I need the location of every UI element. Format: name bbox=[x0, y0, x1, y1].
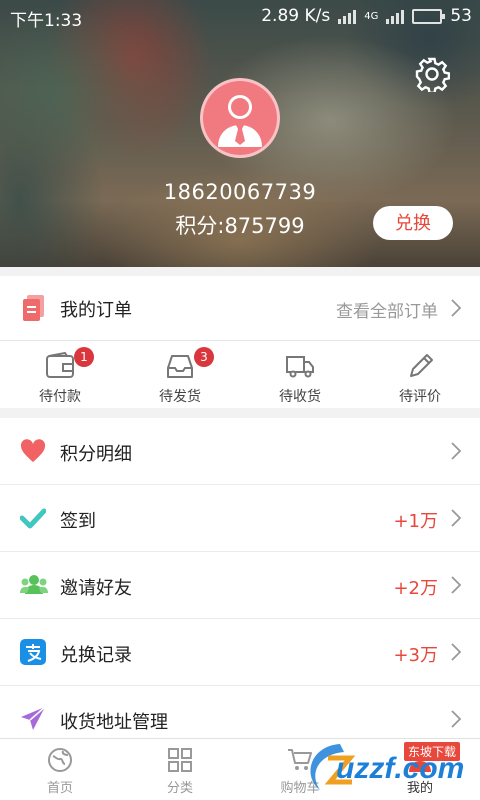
menu-label: 兑换记录 bbox=[60, 645, 132, 666]
signal-icon-secondary bbox=[386, 8, 405, 24]
my-orders-row[interactable]: 我的订单 查看全部订单 bbox=[0, 276, 480, 341]
grid-icon bbox=[168, 748, 192, 772]
user-avatar-icon bbox=[218, 95, 262, 147]
network-type: 4G bbox=[364, 10, 379, 22]
menu-value: +1万 bbox=[393, 511, 438, 532]
view-all-orders-link[interactable]: 查看全部订单 bbox=[336, 297, 438, 322]
status-label: 待发货 bbox=[159, 389, 201, 405]
friends-icon bbox=[20, 575, 48, 594]
menu-item-exchange-records[interactable]: 兑换记录 +3万 bbox=[0, 619, 480, 686]
nav-home[interactable]: 首页 bbox=[0, 739, 120, 800]
truck-icon bbox=[286, 356, 314, 378]
chevron-right-icon bbox=[451, 442, 462, 460]
menu-label: 邀请好友 bbox=[60, 578, 132, 599]
menu-label: 签到 bbox=[60, 511, 96, 532]
profile-header: 下午1:33 2.89 K/s 4G 53 18620067739 积分:875… bbox=[0, 0, 480, 267]
nav-label: 首页 bbox=[46, 781, 73, 796]
badge-pending-shipment: 3 bbox=[194, 347, 214, 367]
nav-label: 分类 bbox=[166, 781, 193, 796]
chevron-right-icon bbox=[451, 643, 462, 661]
order-status-pending-shipment[interactable]: 3 待发货 bbox=[120, 342, 240, 408]
order-status-pending-receipt[interactable]: 待收货 bbox=[240, 342, 360, 408]
checkmark-icon bbox=[20, 508, 46, 529]
menu-item-check-in[interactable]: 签到 +1万 bbox=[0, 485, 480, 552]
my-account-page: 下午1:33 2.89 K/s 4G 53 18620067739 积分:875… bbox=[0, 0, 480, 800]
status-label: 待评价 bbox=[399, 389, 441, 405]
gear-icon[interactable] bbox=[414, 56, 450, 92]
chevron-right-icon bbox=[451, 509, 462, 527]
alipay-icon bbox=[20, 639, 46, 665]
chevron-right-icon bbox=[451, 299, 462, 317]
chevron-right-icon bbox=[451, 576, 462, 594]
pencil-icon bbox=[410, 354, 433, 377]
paper-plane-icon bbox=[21, 706, 46, 730]
nav-categories[interactable]: 分类 bbox=[120, 739, 240, 800]
menu-value: +2万 bbox=[393, 578, 438, 599]
status-right: 2.89 K/s 4G 53 bbox=[261, 6, 472, 26]
user-phone: 18620067739 bbox=[163, 180, 317, 204]
menu-value: +3万 bbox=[393, 645, 438, 666]
chevron-right-icon bbox=[451, 710, 462, 728]
battery-level: 53 bbox=[450, 6, 472, 26]
menu-item-invite-friends[interactable]: 邀请好友 +2万 bbox=[0, 552, 480, 619]
globe-icon bbox=[48, 748, 72, 772]
document-icon bbox=[23, 295, 44, 321]
inbox-tray-icon bbox=[167, 355, 193, 378]
menu-label: 积分明细 bbox=[60, 444, 132, 465]
heart-icon bbox=[20, 439, 46, 462]
order-status-pending-payment[interactable]: 1 待付款 bbox=[0, 342, 120, 408]
menu-list: 积分明细 签到 +1万 邀请好友 +2万 兑换记录 +3万 收货地址管理 bbox=[0, 418, 480, 753]
order-status-row: 1 待付款 3 待发货 待收货 待评价 bbox=[0, 342, 480, 408]
status-bar: 下午1:33 2.89 K/s 4G 53 bbox=[0, 0, 480, 34]
orders-title: 我的订单 bbox=[60, 300, 132, 321]
avatar[interactable] bbox=[200, 78, 280, 158]
signal-icon bbox=[338, 8, 357, 24]
network-speed: 2.89 K/s bbox=[261, 6, 331, 26]
status-label: 待收货 bbox=[279, 389, 321, 405]
menu-label: 收货地址管理 bbox=[60, 712, 168, 733]
menu-item-points-detail[interactable]: 积分明细 bbox=[0, 418, 480, 485]
status-time: 下午1:33 bbox=[10, 11, 83, 31]
watermark-tag: 东坡下载 bbox=[404, 742, 461, 761]
battery-icon bbox=[412, 8, 446, 24]
order-status-pending-review[interactable]: 待评价 bbox=[360, 342, 480, 408]
wallet-icon bbox=[46, 352, 74, 378]
orders-section: 我的订单 查看全部订单 1 待付款 3 待发货 待收货 待评价 bbox=[0, 276, 480, 408]
exchange-button[interactable]: 兑换 bbox=[373, 206, 453, 240]
badge-pending-payment: 1 bbox=[74, 347, 94, 367]
status-label: 待付款 bbox=[39, 389, 81, 405]
